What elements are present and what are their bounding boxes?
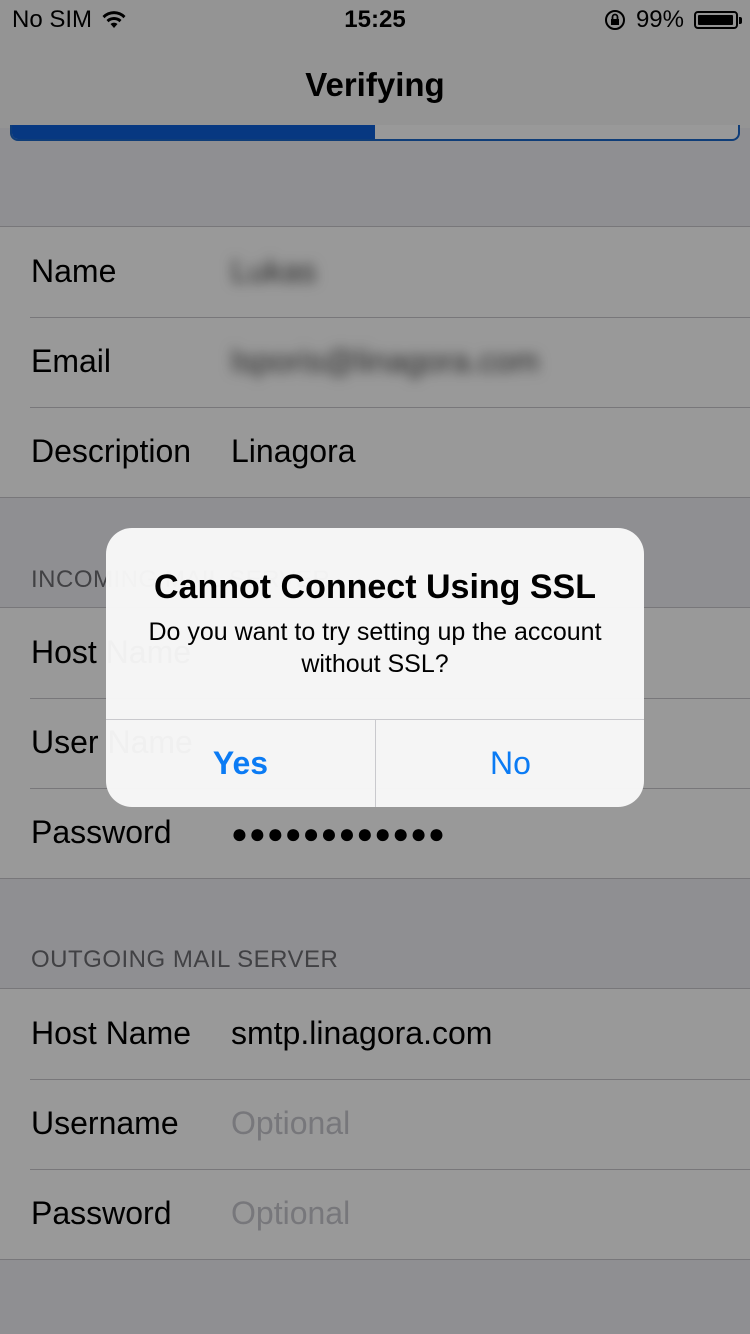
alert-no-button[interactable]: No xyxy=(376,719,644,807)
alert-title: Cannot Connect Using SSL xyxy=(154,568,596,606)
ssl-alert-dialog: Cannot Connect Using SSL Do you want to … xyxy=(106,528,644,807)
screen: No SIM 15:25 99% Verifying Name Lukas Em… xyxy=(0,0,750,1334)
alert-yes-button[interactable]: Yes xyxy=(106,719,375,807)
alert-message: Do you want to try setting up the accoun… xyxy=(148,618,602,678)
